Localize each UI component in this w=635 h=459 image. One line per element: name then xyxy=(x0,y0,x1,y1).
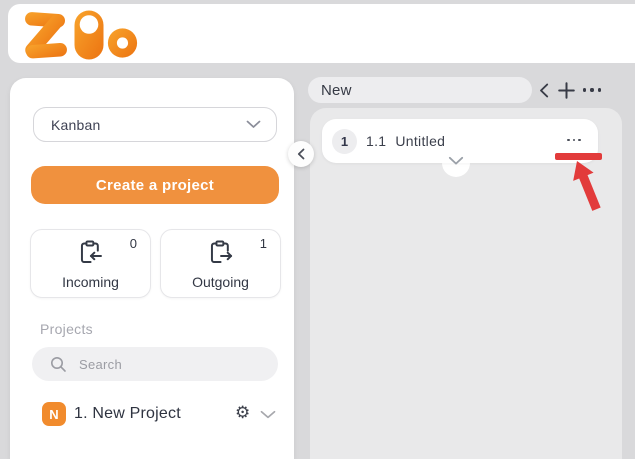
card-menu-icon[interactable] xyxy=(562,133,586,147)
clipboard-arrow-out-icon xyxy=(205,238,233,266)
sidebar: Kanban Create a project 0 Incoming 1 xyxy=(10,78,294,459)
chevron-left-icon xyxy=(297,148,305,160)
stats-row: 0 Incoming 1 Out xyxy=(30,229,281,298)
incoming-card[interactable]: 0 Incoming xyxy=(30,229,151,298)
logo-letter-z xyxy=(25,12,68,59)
project-name: 1. New Project xyxy=(74,405,181,423)
outgoing-card[interactable]: 1 Outgoing xyxy=(160,229,281,298)
sidebar-collapse-button[interactable] xyxy=(288,141,314,167)
clipboard-arrow-in-icon xyxy=(75,238,103,266)
task-code: 1.1 xyxy=(366,133,386,149)
incoming-label: Incoming xyxy=(31,274,150,290)
project-list-item[interactable]: N 1. New Project ⚙︎ xyxy=(10,396,294,432)
ellipsis-icon xyxy=(583,88,586,91)
column-add-button[interactable] xyxy=(557,81,575,99)
view-selector-value: Kanban xyxy=(51,117,100,133)
zio-logo-icon xyxy=(22,9,138,61)
search-icon xyxy=(50,356,67,373)
search-box[interactable] xyxy=(32,347,278,381)
logo-letter-i xyxy=(75,11,104,60)
chevron-left-icon xyxy=(539,83,549,98)
annotation-arrow-icon xyxy=(550,150,620,228)
task-title: Untitled xyxy=(395,133,445,149)
chevron-down-icon[interactable] xyxy=(448,156,464,166)
column-back-button[interactable] xyxy=(537,82,551,98)
outgoing-count: 1 xyxy=(260,236,267,251)
plus-icon xyxy=(558,82,575,99)
column-menu-button[interactable] xyxy=(582,87,602,93)
app-screen: Kanban Create a project 0 Incoming 1 xyxy=(0,0,635,459)
create-project-button[interactable]: Create a project xyxy=(31,166,279,204)
column-title-label: New xyxy=(321,82,352,99)
gear-icon[interactable]: ⚙︎ xyxy=(235,405,250,422)
task-badge: 1 xyxy=(332,129,357,154)
incoming-count: 0 xyxy=(130,236,137,251)
chevron-down-icon xyxy=(246,120,261,129)
view-selector[interactable]: Kanban xyxy=(33,107,277,142)
project-avatar: N xyxy=(42,402,66,426)
chevron-down-icon[interactable] xyxy=(260,410,276,419)
header-bar xyxy=(8,4,635,63)
outgoing-label: Outgoing xyxy=(161,274,280,290)
column-title[interactable]: New xyxy=(308,77,532,103)
logo-letter-o xyxy=(108,28,137,57)
search-input[interactable] xyxy=(77,356,278,373)
projects-heading: Projects xyxy=(40,321,93,337)
